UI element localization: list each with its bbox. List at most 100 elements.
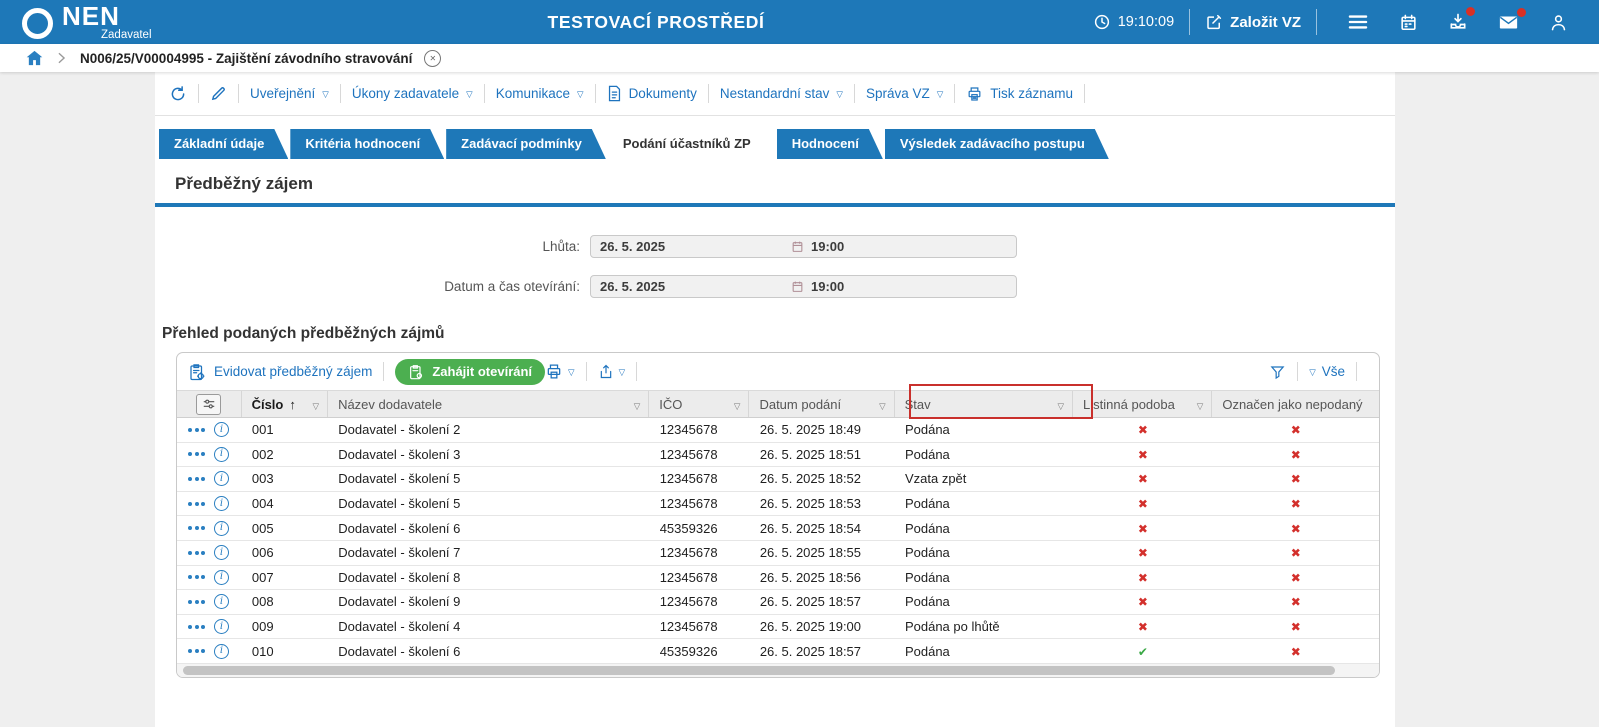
table-row[interactable]: 006 Dodavatel - školení 7 12345678 26. 5… — [177, 541, 1379, 566]
table-row[interactable]: 009 Dodavatel - školení 4 12345678 26. 5… — [177, 615, 1379, 640]
tabs: Základní údaje Kritéria hodnocení Zadáva… — [159, 129, 1395, 159]
tab[interactable]: Kritéria hodnocení — [290, 129, 444, 159]
document-icon — [607, 85, 622, 102]
divider — [339, 84, 341, 103]
tab[interactable]: Základní údaje — [159, 129, 288, 159]
info-icon[interactable] — [214, 422, 229, 438]
row-actions-icon[interactable] — [188, 526, 205, 531]
table-row[interactable]: 010 Dodavatel - školení 6 45359326 26. 5… — [177, 639, 1379, 664]
row-actions-icon[interactable] — [188, 599, 205, 604]
menu-komunikace[interactable]: Komunikace — [496, 86, 584, 101]
cell-cislo: 010 — [251, 643, 274, 659]
menu-button[interactable] — [1332, 13, 1384, 31]
menu-ukony-zadavatele[interactable]: Úkony zadavatele — [352, 86, 473, 101]
filter-caret-icon[interactable] — [313, 397, 320, 412]
cell-nazev: Dodavatel - školení 8 — [338, 569, 461, 585]
menu-nestandardni-stav[interactable]: Nestandardní stav — [720, 86, 843, 101]
home-icon[interactable] — [26, 50, 43, 66]
column-header-cislo[interactable]: Číslo — [242, 391, 329, 417]
breadcrumb-record[interactable]: N006/25/V00004995 - Zajištění závodního … — [80, 51, 412, 66]
start-opening-button[interactable]: Zahájit otevírání — [395, 358, 546, 385]
info-icon[interactable] — [214, 471, 229, 487]
tab[interactable]: Podání účastníků ZP — [608, 129, 775, 159]
lhuta-datetime-field[interactable]: 26. 5. 2025 19:00 — [590, 235, 1017, 258]
table-row[interactable]: 008 Dodavatel - školení 9 12345678 26. 5… — [177, 590, 1379, 615]
table-row[interactable]: 002 Dodavatel - školení 3 12345678 26. 5… — [177, 443, 1379, 468]
table-row[interactable]: 003 Dodavatel - školení 5 12345678 26. 5… — [177, 467, 1379, 492]
row-actions-icon[interactable] — [188, 575, 205, 580]
info-icon[interactable] — [214, 446, 229, 462]
row-actions-icon[interactable] — [188, 550, 205, 555]
cell-nepodany-mark — [1213, 422, 1380, 437]
export-button[interactable] — [598, 363, 626, 381]
info-icon[interactable] — [214, 619, 229, 635]
row-actions-icon[interactable] — [188, 452, 205, 457]
row-actions-icon[interactable] — [188, 649, 205, 654]
print-table-button[interactable] — [545, 363, 575, 381]
oteviani-datetime-field[interactable]: 26. 5. 2025 19:00 — [590, 275, 1017, 298]
edit-button[interactable] — [210, 85, 227, 102]
table-row[interactable]: 001 Dodavatel - školení 2 12345678 26. 5… — [177, 418, 1379, 443]
close-record-icon[interactable] — [424, 49, 442, 67]
cell-stav: Podána — [904, 422, 950, 438]
info-icon[interactable] — [214, 594, 229, 610]
nen-logo[interactable]: NEN Zadavatel — [22, 3, 152, 42]
column-header-datum-podani[interactable]: Datum podání — [749, 391, 895, 417]
filter-caret-icon[interactable] — [1058, 397, 1065, 412]
column-header-stav[interactable]: Stav — [895, 391, 1074, 417]
date-value[interactable]: 26. 5. 2025 — [591, 239, 791, 254]
info-icon[interactable] — [214, 496, 229, 512]
sort-ascending-icon — [289, 397, 296, 412]
tab[interactable]: Zadávací podmínky — [446, 129, 606, 159]
inbox-button[interactable] — [1433, 7, 1483, 32]
filter-caret-icon[interactable] — [879, 397, 886, 412]
print-record-button[interactable]: Tisk záznamu — [966, 86, 1073, 102]
column-header-ico[interactable]: IČO — [649, 391, 750, 417]
info-icon[interactable] — [214, 520, 229, 536]
row-actions-icon[interactable] — [188, 427, 205, 432]
column-header-listinna-podoba[interactable]: Listinná podoba — [1073, 391, 1213, 417]
calendar-button[interactable] — [1384, 13, 1433, 32]
menu-dokumenty[interactable]: Dokumenty — [607, 85, 697, 102]
column-settings-icon[interactable] — [196, 393, 222, 415]
table-row[interactable]: 005 Dodavatel - školení 6 45359326 26. 5… — [177, 516, 1379, 541]
filter-funnel-icon[interactable] — [1269, 364, 1286, 380]
info-icon[interactable] — [214, 643, 229, 659]
mark-icon — [1291, 619, 1301, 634]
time-value-group[interactable]: 19:00 — [791, 279, 844, 294]
cell-nazev: Dodavatel - školení 5 — [338, 471, 461, 487]
divider — [853, 84, 855, 103]
column-header-oznacen-jako-nepodany[interactable]: Označen jako nepodaný — [1212, 391, 1379, 417]
column-header-nazev-dodavatele[interactable]: Název dodavatele — [328, 391, 650, 417]
horizontal-scrollbar-thumb[interactable] — [183, 665, 1335, 675]
profile-button[interactable] — [1534, 13, 1583, 32]
time-value-group[interactable]: 19:00 — [791, 239, 844, 254]
horizontal-scrollbar[interactable] — [177, 663, 1379, 677]
divider — [1297, 362, 1299, 381]
tab[interactable]: Hodnocení — [777, 129, 883, 159]
info-icon[interactable] — [214, 569, 229, 585]
filter-caret-icon[interactable] — [634, 397, 641, 412]
row-actions-icon[interactable] — [188, 476, 205, 481]
cell-nepodany-mark — [1213, 521, 1380, 536]
table-row[interactable]: 004 Dodavatel - školení 5 12345678 26. 5… — [177, 492, 1379, 517]
cell-cislo: 002 — [251, 446, 274, 462]
row-actions-icon[interactable] — [188, 624, 205, 629]
mark-icon — [1138, 545, 1148, 560]
filter-caret-icon[interactable] — [734, 397, 741, 412]
row-actions-icon[interactable] — [188, 501, 205, 506]
refresh-button[interactable] — [169, 85, 187, 103]
filter-caret-icon[interactable] — [1197, 397, 1204, 412]
tab[interactable]: Výsledek zadávacího postupu — [885, 129, 1109, 159]
register-interest-button[interactable]: Evidovat předběžný zájem — [188, 363, 372, 381]
create-vz-button[interactable]: Založit VZ — [1205, 13, 1301, 31]
date-value[interactable]: 26. 5. 2025 — [591, 279, 791, 294]
cell-nepodany-mark — [1213, 644, 1380, 659]
info-icon[interactable] — [214, 545, 229, 561]
filter-all-dropdown[interactable]: Vše — [1309, 364, 1345, 379]
menu-sprava-vz[interactable]: Správa VZ — [866, 86, 943, 101]
table-row[interactable]: 007 Dodavatel - školení 8 12345678 26. 5… — [177, 566, 1379, 591]
messages-button[interactable] — [1483, 7, 1534, 32]
inbox-download-icon — [1448, 12, 1468, 32]
menu-uverejneni[interactable]: Uveřejnění — [250, 86, 329, 101]
